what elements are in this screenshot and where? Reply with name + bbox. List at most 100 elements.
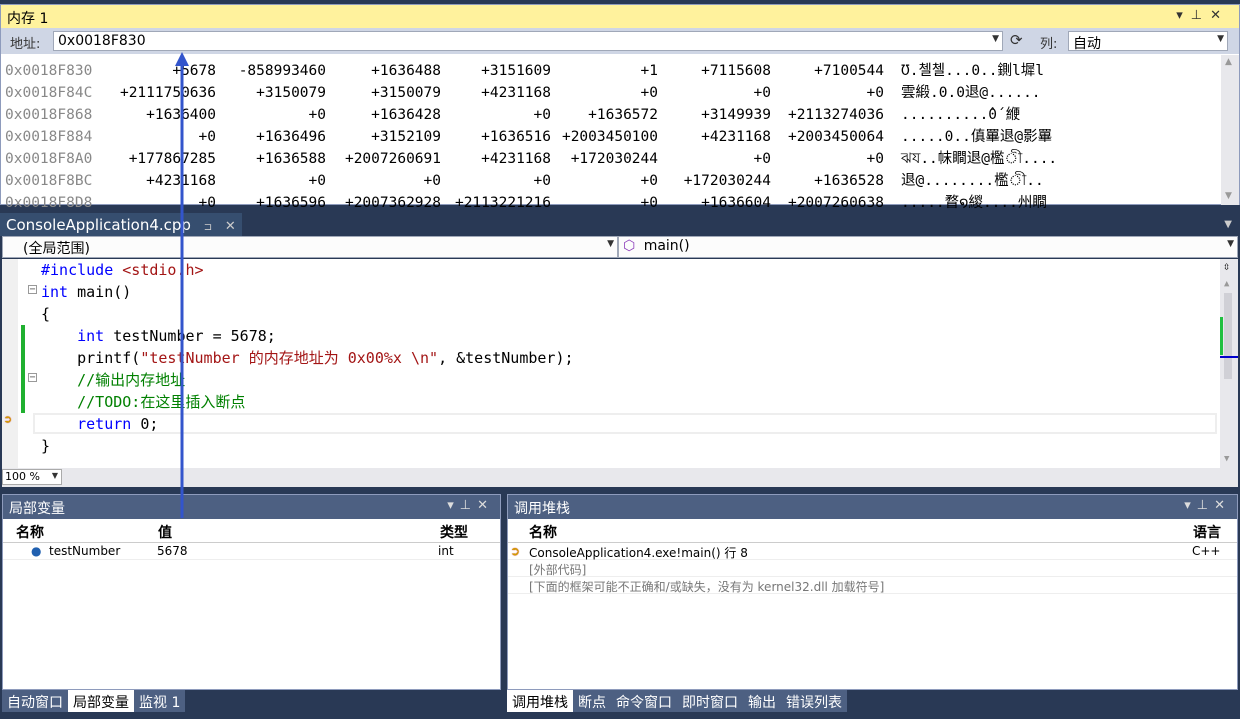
callstack-title-bar: 调用堆栈 ▾⊥✕ [508,495,1237,519]
code-line: } [41,437,51,455]
table-row[interactable]: ➲ ConsoleApplication4.exe!main() 行 8 C++ [508,543,1237,560]
tab-watch1[interactable]: 监视 1 [134,690,186,712]
memory-value[interactable]: +4231168 [96,170,216,192]
function-dropdown[interactable]: ⬡ main() ▼ [618,236,1238,258]
editor-scrollbar[interactable]: ⇳ ▲ ▼ [1220,259,1238,468]
tab-callstack[interactable]: 调用堆栈 [507,690,573,712]
tab-file[interactable]: ConsoleApplication4.cpp ⊐ ✕ [0,213,242,236]
scope-dropdown[interactable]: (全局范围) ▼ [2,236,618,258]
memory-value[interactable]: +172030244 [538,148,658,170]
close-icon[interactable]: ✕ [1214,498,1231,513]
memory-value[interactable]: +3149939 [651,104,771,126]
tab-breakpoints[interactable]: 断点 [573,690,611,712]
memory-value[interactable]: +1636428 [321,104,441,126]
memory-value[interactable]: +1636516 [431,126,551,148]
memory-value[interactable]: +0 [321,170,441,192]
header-value[interactable]: 值 [158,522,172,542]
memory-value[interactable]: +0 [206,170,326,192]
memory-title-bar: 内存 1 ▾⊥✕ [1,5,1239,28]
memory-value[interactable]: +1636488 [321,60,441,82]
header-type[interactable]: 类型 [440,522,468,542]
pin-icon[interactable]: ⊥ [460,498,477,513]
memory-value[interactable]: -858993460 [206,60,326,82]
chevron-down-icon[interactable]: ▼ [992,34,999,44]
memory-value[interactable]: +172030244 [651,170,771,192]
memory-value[interactable]: +1636496 [206,126,326,148]
frame-name: ConsoleApplication4.exe!main() 行 8 [529,546,748,560]
memory-value[interactable]: +0 [431,170,551,192]
memory-value[interactable]: +1636400 [96,104,216,126]
tab-locals[interactable]: 局部变量 [68,690,134,712]
memory-value[interactable]: +2003450100 [538,126,658,148]
header-name[interactable]: 名称 [16,522,44,542]
refresh-icon[interactable]: ⟳ [1010,31,1023,49]
memory-value[interactable]: +4231168 [431,148,551,170]
zoom-select[interactable]: 100 % ▼ [2,469,62,485]
locals-title: 局部变量 [9,501,65,517]
split-icon[interactable]: ⇳ [1223,259,1230,273]
memory-value[interactable]: +0 [538,170,658,192]
memory-value[interactable]: +7115608 [651,60,771,82]
memory-value[interactable]: +2113274036 [764,104,884,126]
collapse-icon[interactable]: − [28,285,37,295]
memory-value[interactable]: +3152109 [321,126,441,148]
memory-value[interactable]: +1636588 [206,148,326,170]
tab-overflow-icon[interactable]: ▼ [1224,219,1232,230]
memory-value[interactable]: +0 [431,104,551,126]
dropdown-icon[interactable]: ▾ [1184,498,1197,513]
tab-error-list[interactable]: 错误列表 [781,690,847,712]
collapse-icon[interactable]: − [28,373,37,383]
variable-icon: ● [31,544,42,558]
pin-icon[interactable]: ⊐ [204,222,212,233]
code-line: { [41,305,51,323]
memory-value[interactable]: +1636528 [764,170,884,192]
memory-value[interactable]: +177867285 [96,148,216,170]
header-language[interactable]: 语言 [1193,522,1221,542]
close-icon[interactable]: ✕ [1210,8,1229,23]
columns-select[interactable]: 自动 ▼ [1068,31,1228,52]
memory-value[interactable]: +2111750636 [96,82,216,104]
memory-value[interactable]: +0 [651,148,771,170]
memory-value[interactable]: +3151609 [431,60,551,82]
table-row[interactable]: [下面的框架可能不正确和/或缺失，没有为 kernel32.dll 加载符号] [508,577,1237,594]
memory-value[interactable]: +1 [538,60,658,82]
header-name[interactable]: 名称 [529,522,557,542]
locals-header: 名称 值 类型 [3,519,500,543]
memory-value[interactable]: +3150079 [321,82,441,104]
callstack-tab-strip: 调用堆栈 断点 命令窗口 即时窗口 输出 错误列表 [507,690,847,712]
memory-value[interactable]: +0 [764,82,884,104]
variable-value[interactable]: 5678 [157,544,188,558]
current-line-highlight [33,413,1217,434]
close-icon[interactable]: ✕ [225,219,236,234]
tab-command-window[interactable]: 命令窗口 [611,690,677,712]
memory-value[interactable]: +0 [96,126,216,148]
close-icon[interactable]: ✕ [477,498,494,513]
memory-value[interactable]: +7100544 [764,60,884,82]
memory-value[interactable]: +0 [538,82,658,104]
tab-immediate-window[interactable]: 即时窗口 [677,690,743,712]
memory-value[interactable]: +0 [206,104,326,126]
memory-value[interactable]: +1636572 [538,104,658,126]
table-row[interactable]: [外部代码] [508,560,1237,577]
chevron-down-icon[interactable]: ▼ [1217,34,1224,44]
memory-value[interactable]: +0 [651,82,771,104]
address-input[interactable]: 0x0018F830 ▼ [53,31,1003,51]
memory-value[interactable]: +2003450064 [764,126,884,148]
breakpoint-margin[interactable] [2,259,18,468]
memory-value[interactable]: +4231168 [651,126,771,148]
table-row[interactable]: ● testNumber 5678 int [3,543,500,560]
dropdown-icon[interactable]: ▾ [447,498,460,513]
memory-value[interactable]: +0 [764,148,884,170]
locals-title-bar: 局部变量 ▾⊥✕ [3,495,500,519]
memory-value[interactable]: +5678 [96,60,216,82]
memory-scrollbar[interactable]: ▲ ▼ [1221,55,1239,205]
tab-autos[interactable]: 自动窗口 [2,690,68,712]
memory-value[interactable]: +3150079 [206,82,326,104]
memory-value[interactable]: +4231168 [431,82,551,104]
pin-icon[interactable]: ⊥ [1197,498,1214,513]
pin-icon[interactable]: ⊥ [1191,8,1210,23]
tab-output[interactable]: 输出 [743,690,781,712]
code-line: //输出内存地址 [41,371,186,389]
memory-value[interactable]: +2007260691 [321,148,441,170]
dropdown-icon[interactable]: ▾ [1176,8,1191,23]
